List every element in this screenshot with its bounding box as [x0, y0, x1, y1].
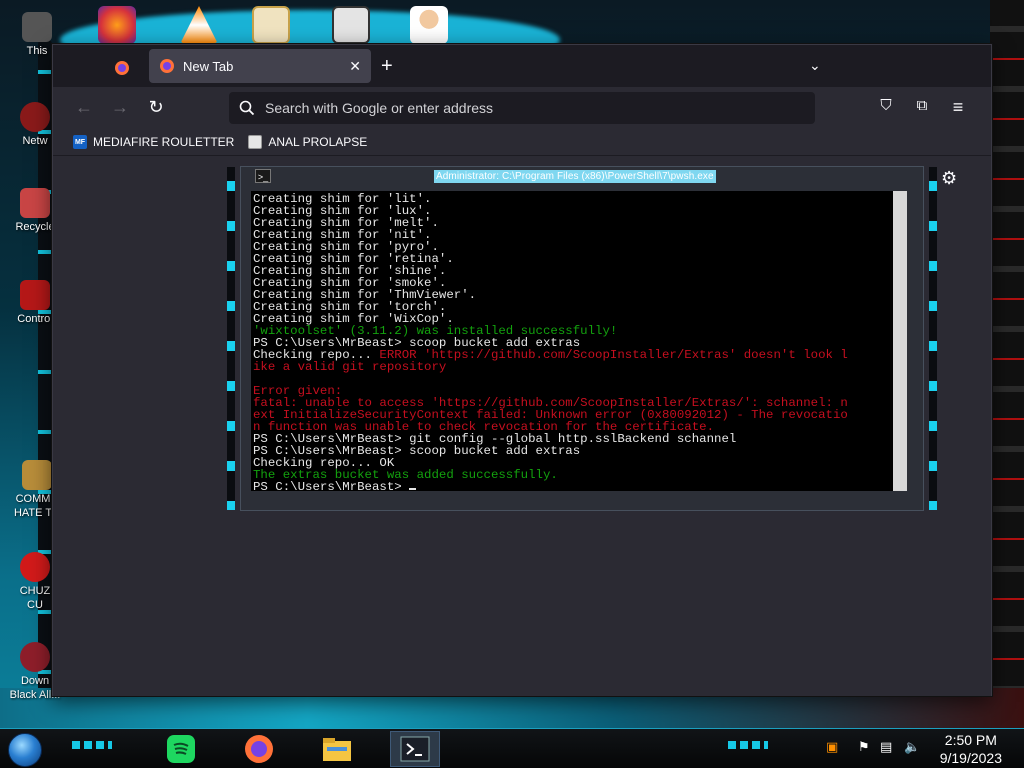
file-icon: [20, 552, 50, 582]
wallpaper-frame-right: [990, 0, 1024, 722]
reload-button[interactable]: ↻: [145, 97, 167, 118]
menu-icon[interactable]: ≡: [947, 97, 969, 118]
taskbar: ▣ ⚑ ▤ 🔈 2:50 PM 9/19/2023: [0, 728, 1024, 768]
taskbar-decoration: [72, 741, 112, 749]
search-icon: [239, 100, 255, 116]
terminal-line: ike a valid git repository: [253, 361, 893, 373]
folder-icon: [323, 738, 351, 761]
bookmark-second[interactable]: ANAL PROLAPSE: [248, 135, 367, 149]
search-input[interactable]: [265, 100, 785, 116]
start-button[interactable]: [8, 733, 42, 767]
bookmark-mediafire[interactable]: MF MEDIAFIRE ROULETTER: [73, 135, 234, 149]
flag-icon[interactable]: ⚑: [858, 739, 870, 755]
powershell-icon: >_: [255, 169, 271, 183]
taskbar-app-firefox[interactable]: [234, 731, 284, 767]
url-bar[interactable]: [229, 92, 815, 124]
file-icon: [20, 642, 50, 672]
scroll-up-icon[interactable]: ▲: [894, 191, 906, 201]
network-icon[interactable]: ▤: [880, 739, 892, 755]
mediafire-icon: MF: [73, 135, 87, 149]
terminal-cursor: [409, 488, 417, 490]
clock-time: 2:50 PM: [944, 732, 997, 748]
terminal-line: PS C:\Users\MrBeast>: [253, 481, 893, 491]
bookmarks-toolbar: MF MEDIAFIRE ROULETTER ANAL PROLAPSE: [53, 129, 991, 155]
spotify-icon: [167, 735, 195, 763]
terminal-window[interactable]: >_ Administrator: C:\Program Files (x86)…: [227, 166, 937, 511]
nav-bar: ← → ↻ ⛉ ⧉ ≡: [53, 87, 991, 129]
firefox-icon: [160, 59, 174, 73]
new-tab-button[interactable]: +: [381, 55, 393, 78]
network-icon: [20, 102, 50, 132]
taskbar-app-powershell[interactable]: [390, 731, 440, 767]
control-panel-icon: [20, 280, 50, 310]
firefox-desktop-icon[interactable]: [98, 6, 136, 44]
taskbar-app-file-explorer[interactable]: [312, 731, 362, 767]
browser-window: New Tab ✕ + ⌄ ← → ↻ ⛉ ⧉ ≡ MF MEDIAFIRE R…: [52, 44, 992, 696]
powershell-icon: [400, 736, 430, 762]
bookmark-label: MEDIAFIRE ROULETTER: [93, 135, 235, 149]
tab-strip: New Tab ✕ + ⌄: [53, 45, 991, 87]
scroll-down-icon[interactable]: ▼: [894, 481, 906, 491]
forward-button[interactable]: →: [109, 97, 131, 118]
extensions-icon[interactable]: ⧉: [911, 97, 933, 114]
app-desktop-icon[interactable]: [332, 6, 370, 44]
terminal-titlebar[interactable]: >_ Administrator: C:\Program Files (x86)…: [241, 167, 923, 189]
page-icon: [248, 135, 263, 149]
firefox-icon: [245, 735, 273, 763]
chevron-down-icon[interactable]: ⌄: [809, 57, 821, 74]
bookmark-label: ANAL PROLAPSE: [268, 135, 368, 149]
pocket-icon[interactable]: ⛉: [875, 97, 897, 114]
tray-app-icon[interactable]: ▣: [826, 739, 838, 755]
pinned-tab[interactable]: [111, 57, 133, 79]
computer-icon: [22, 12, 52, 42]
terminal-title: Administrator: C:\Program Files (x86)\Po…: [434, 170, 716, 183]
firefox-icon: [115, 61, 129, 75]
file-icon: [22, 460, 52, 490]
volume-icon[interactable]: 🔈: [904, 739, 920, 755]
new-tab-page: ⚙ >_ Administrator: C:\Program Files (x8…: [53, 156, 991, 696]
user-desktop-icon[interactable]: [410, 6, 448, 44]
hxd-desktop-icon[interactable]: [252, 6, 290, 44]
gear-icon[interactable]: ⚙: [941, 168, 957, 189]
terminal-text: ike a valid git repository: [253, 360, 447, 374]
clock-date: 9/19/2023: [939, 750, 1002, 766]
scrollbar-thumb[interactable]: [896, 349, 905, 375]
back-button[interactable]: ←: [73, 97, 95, 118]
terminal-text: ERROR 'https://github.com/ScoopInstaller…: [379, 348, 848, 362]
tab-title: New Tab: [183, 58, 234, 74]
terminal-output[interactable]: ▲ ▼ Creating shim for 'lit'. Creating shi…: [251, 191, 907, 491]
clock[interactable]: 2:50 PM 9/19/2023: [940, 731, 1002, 767]
tab-new-tab[interactable]: New Tab ✕: [149, 49, 371, 83]
close-icon[interactable]: ✕: [349, 58, 361, 75]
recycle-bin-icon: [20, 188, 50, 218]
taskbar-decoration: [728, 741, 768, 749]
taskbar-app-spotify[interactable]: [156, 731, 206, 767]
terminal-text: PS C:\Users\MrBeast>: [253, 480, 410, 491]
